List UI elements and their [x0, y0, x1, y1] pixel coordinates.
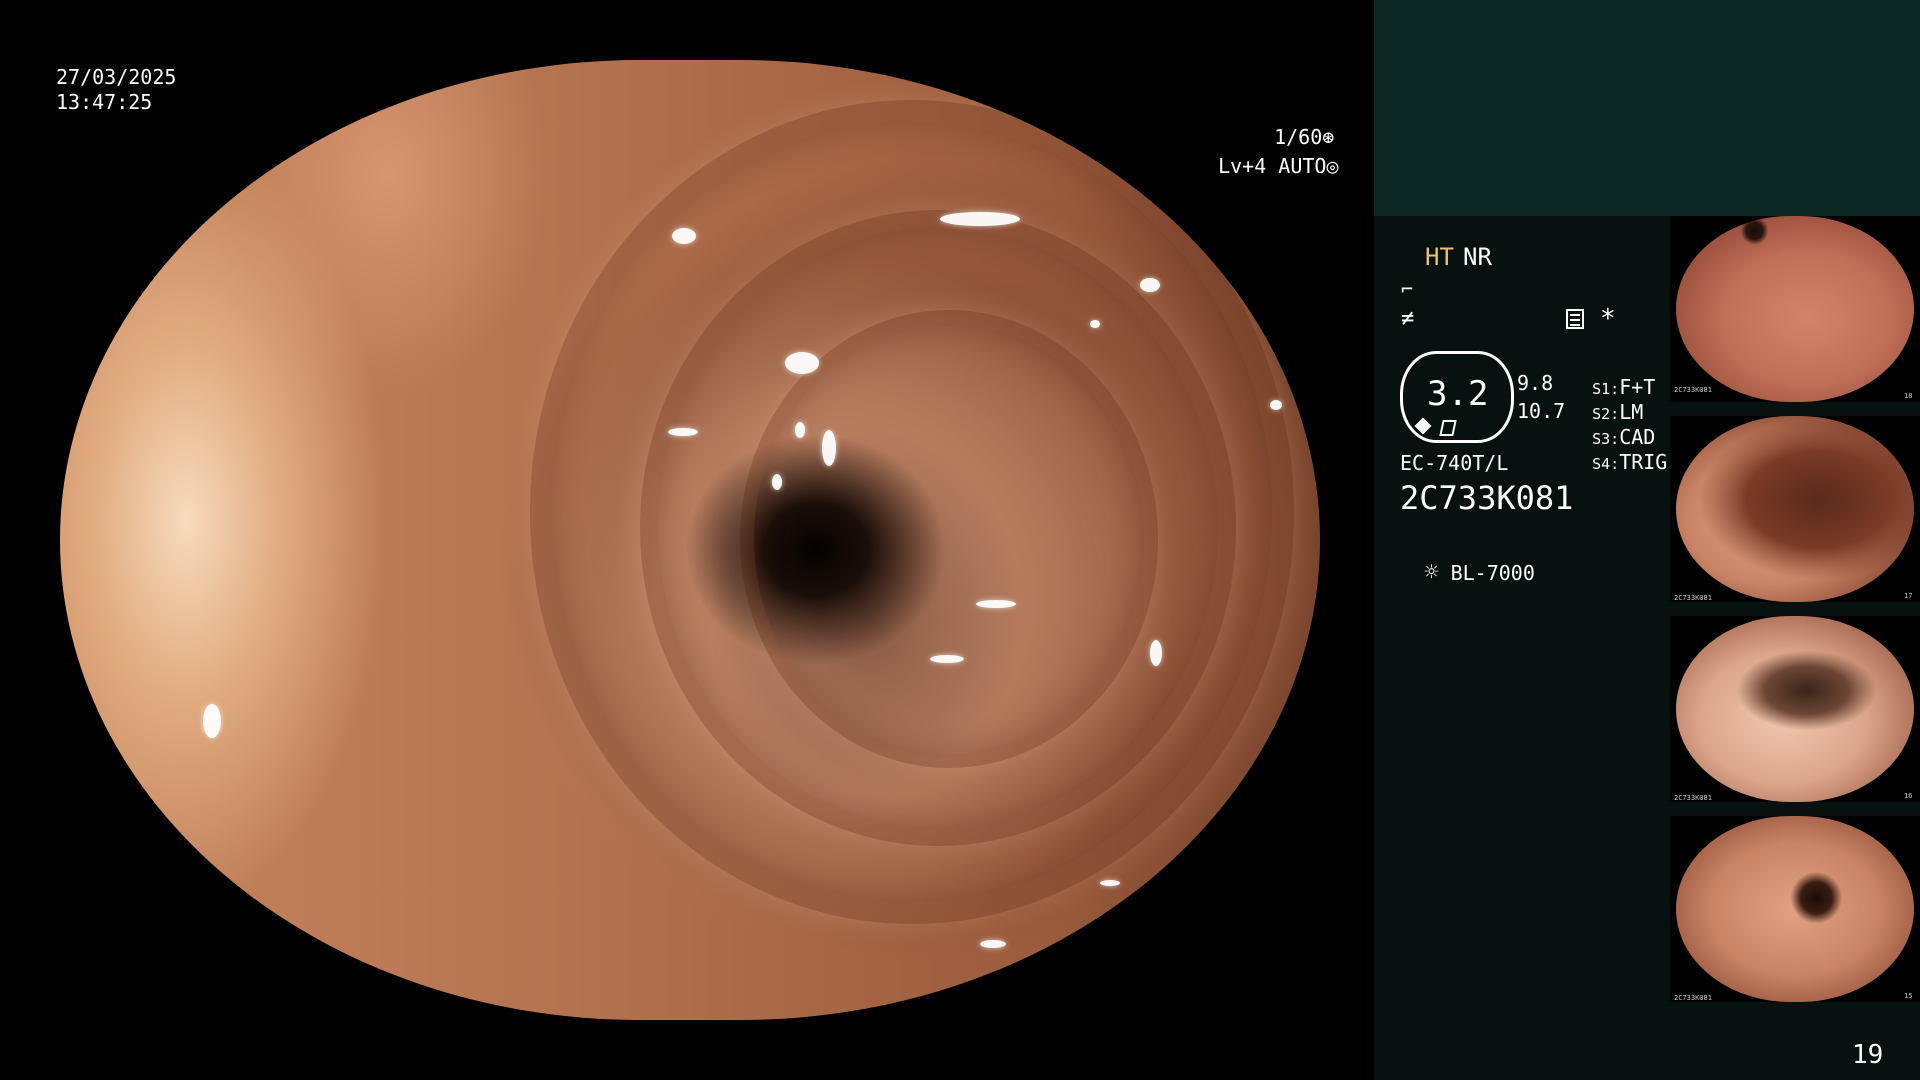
glare — [1100, 880, 1120, 886]
glare — [672, 228, 696, 244]
glare — [785, 352, 819, 374]
light-source-icon: ☼ — [1424, 558, 1439, 586]
glare — [930, 655, 964, 663]
zoom-badge: 3.2 — [1400, 351, 1514, 443]
scope-serial: 2C733K081 — [1400, 479, 1574, 517]
thumbnail-18[interactable]: 2C733K081 18 — [1670, 216, 1920, 402]
iris-label: Lv+4 AUTO◎ — [1194, 127, 1339, 179]
zoom-frame-icon — [1439, 420, 1457, 436]
zoom-indicator-icon — [1414, 417, 1432, 435]
s4-key: S4: — [1592, 455, 1620, 473]
value-a: 9.8 — [1517, 371, 1554, 395]
panel-header-area — [1374, 0, 1920, 216]
thumbnail-16[interactable]: 2C733K081 16 — [1670, 616, 1920, 802]
iris-icon: ◎ — [1326, 154, 1339, 178]
thumbnail-serial: 2C733K081 — [1674, 994, 1712, 1002]
thumbnail-index: 16 — [1904, 792, 1913, 800]
glare — [822, 430, 836, 466]
glare — [1140, 278, 1160, 292]
light-source-row: ☼ BL-7000 — [1400, 533, 1535, 586]
thumbnail-image — [1676, 616, 1914, 802]
scope-model: EC-740T/L — [1400, 451, 1509, 475]
thumbnail-serial: 2C733K081 — [1674, 594, 1712, 602]
structure-icon: ≠ — [1401, 306, 1415, 331]
endoscope-image — [60, 60, 1320, 1020]
glare — [976, 600, 1016, 608]
mucosal-fold-inner — [740, 310, 1158, 768]
tone-curve-icon: ⌐ — [1401, 277, 1414, 301]
star-indicator: * — [1600, 304, 1616, 334]
glare — [980, 940, 1006, 948]
mode-nr: NR — [1463, 243, 1492, 271]
memo-icon — [1566, 309, 1584, 329]
thumbnail-image — [1676, 216, 1914, 402]
glare — [668, 428, 698, 436]
glare — [795, 422, 805, 438]
glare — [940, 212, 1020, 226]
thumbnail-serial: 2C733K081 — [1674, 794, 1712, 802]
thumbnail-image — [1676, 416, 1914, 602]
glare — [772, 474, 782, 490]
thumbnail-15[interactable]: 2C733K081 15 — [1670, 816, 1920, 1002]
glare — [1270, 400, 1282, 410]
page-number: 19 — [1852, 1040, 1884, 1070]
mode-ht: HT — [1425, 243, 1454, 271]
thumbnail-index: 15 — [1904, 992, 1913, 1000]
glare — [203, 704, 221, 738]
thumbnail-serial: 2C733K081 — [1674, 386, 1712, 394]
date-label: 27/03/2025 — [56, 65, 177, 89]
zoom-value: 3.2 — [1427, 374, 1489, 414]
thumbnail-image — [1676, 816, 1914, 1002]
iris-value: Lv+4 AUTO — [1218, 154, 1327, 178]
s4-value: TRIG — [1619, 450, 1668, 474]
thumbnail-index: 17 — [1904, 592, 1913, 600]
glare — [1090, 320, 1100, 328]
time-label: 13:47:25 — [56, 90, 153, 114]
thumbnail-index: 18 — [1904, 392, 1913, 400]
glare — [1150, 640, 1162, 666]
light-source-label: BL-7000 — [1450, 561, 1535, 585]
value-b: 10.7 — [1517, 399, 1566, 423]
thumbnail-17[interactable]: 2C733K081 17 — [1670, 416, 1920, 602]
s4-row: S4:TRIG — [1568, 423, 1667, 477]
